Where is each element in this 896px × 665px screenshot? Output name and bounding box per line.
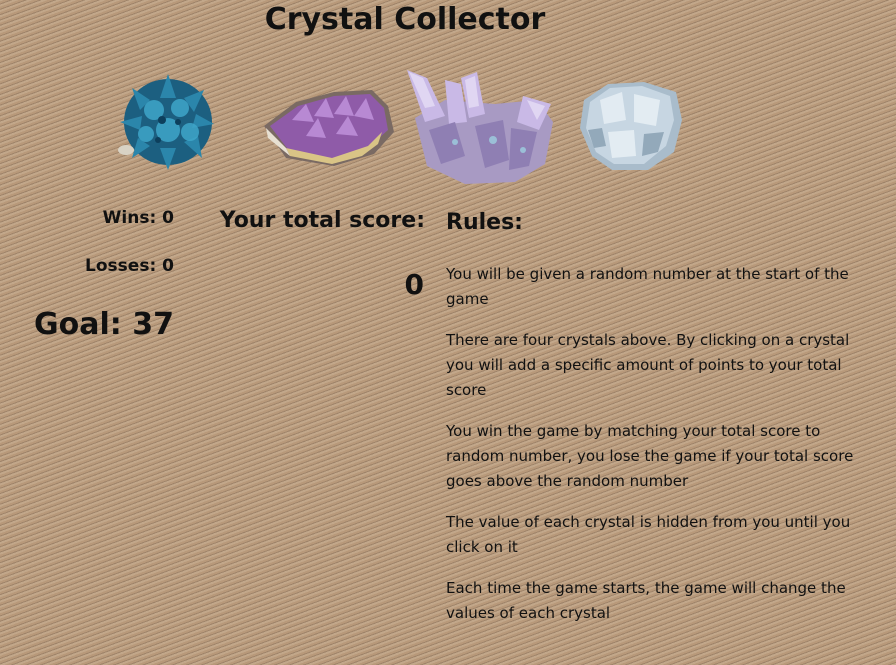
celestite-crystal-icon — [580, 82, 682, 170]
rule-item: The value of each crystal is hidden from… — [446, 513, 851, 556]
wins-counter: Wins: 0 — [102, 208, 174, 228]
rule-item: There are four crystals above. By clicki… — [446, 331, 850, 399]
quartz-cluster-crystal-button[interactable] — [405, 70, 555, 186]
amethyst-crystal-icon — [264, 90, 394, 166]
quartz-cluster-crystal-icon — [407, 70, 553, 184]
blue-crystal-button[interactable] — [114, 70, 220, 172]
amethyst-crystal-button[interactable] — [262, 88, 396, 168]
total-score-value: 0 — [404, 268, 424, 301]
rules-panel: Rules: You will be given a random number… — [446, 208, 874, 642]
game-title: Crystal Collector — [264, 2, 546, 37]
losses-counter: Losses: 0 — [85, 256, 174, 276]
rule-item: You win the game by matching your total … — [446, 422, 854, 490]
rule-item: You will be given a random number at the… — [446, 265, 849, 308]
total-score-label: Your total score: — [219, 208, 425, 233]
rules-title: Rules: — [446, 210, 523, 235]
celestite-crystal-button[interactable] — [578, 80, 684, 172]
rule-item: Each time the game starts, the game will… — [446, 579, 846, 622]
goal-number: Goal: 37 — [34, 307, 174, 342]
blue-crystal-icon — [118, 74, 214, 170]
